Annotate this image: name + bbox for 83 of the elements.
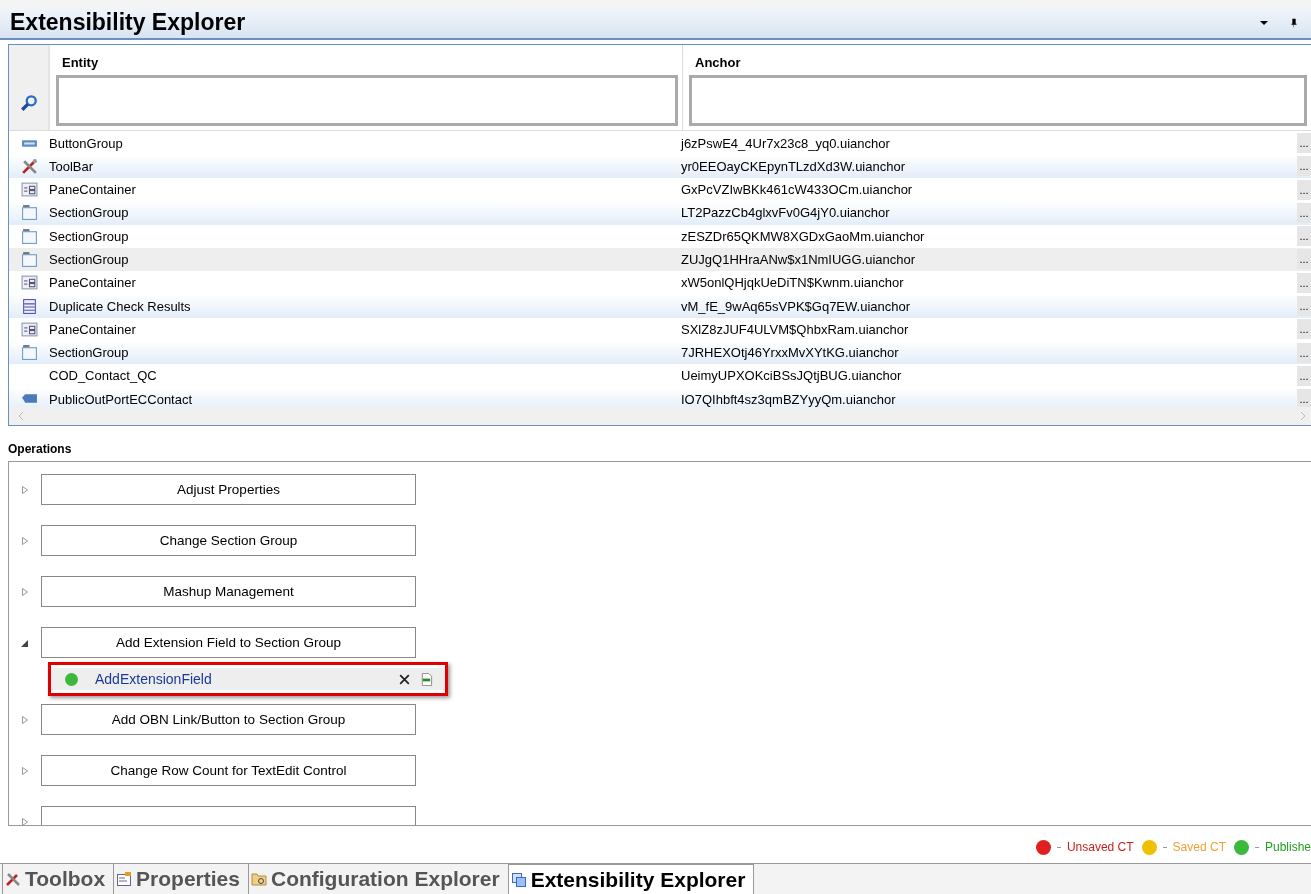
more-button[interactable]: ... (1297, 272, 1311, 293)
column-header: Anchor (694, 54, 742, 73)
grid-row[interactable]: ToolBar yr0EEOayCKEpynTLzdXd3W.uianchor ... (9, 154, 1311, 178)
panel-tab[interactable]: Properties (113, 864, 248, 894)
entity-cell-text: PaneContainer (49, 275, 137, 291)
filter-field[interactable] (56, 75, 678, 127)
pane-icon (20, 274, 38, 292)
more-button[interactable]: ... (1297, 389, 1311, 408)
anchor-cell-text: j6zPswE4_4Ur7x23c8_yq0.uianchor (681, 135, 891, 151)
more-button[interactable]: ... (1297, 179, 1311, 200)
section-icon (20, 344, 38, 362)
grid-row[interactable]: Duplicate Check Results vM_fE_9wAq65sVPK$Gq7EW.uianchor ... (9, 294, 1311, 318)
legend-label: Saved CT (1172, 840, 1226, 855)
change-item[interactable]: AddExtensionField (48, 662, 448, 697)
section-icon (20, 227, 38, 245)
legend-label: Publishe (1264, 840, 1311, 855)
properties-icon (116, 871, 133, 887)
operation-button[interactable]: Adjust Properties (41, 474, 416, 506)
entity-cell-text: PaneContainer (49, 321, 137, 337)
search-icon[interactable] (19, 94, 38, 113)
anchor-cell-text: ZUJgQ1HHraANw$x1NmIUGG.uianchor (681, 252, 917, 267)
tools-icon (5, 871, 21, 887)
entity-cell-text: PublicOutPortECContact (49, 391, 194, 407)
entity-cell-text: SectionGroup (49, 205, 130, 221)
more-button[interactable]: ... (1297, 156, 1311, 177)
change-name[interactable]: AddExtensionField (95, 671, 389, 688)
anchor-cell-text: yr0EEOayCKEpynTLzdXd3W.uianchor (681, 158, 906, 174)
entity-cell-text: Duplicate Check Results (49, 298, 192, 314)
anchor-cell-text: 7JRHEXOtj46YrxxMvXYtKG.uianchor (681, 345, 900, 361)
entity-cell-text: SectionGroup (49, 228, 130, 244)
more-button[interactable]: ... (1297, 319, 1311, 340)
more-button[interactable]: ... (1297, 249, 1311, 270)
section-icon (20, 204, 38, 222)
filter-field[interactable] (689, 75, 1307, 127)
section-icon (20, 251, 38, 268)
entity-cell-text: SectionGroup (49, 252, 130, 267)
windows-icon (510, 872, 527, 888)
grid-row[interactable]: PublicOutPortECContact IO7QIhbft4sz3qmBZYyyQm.uianchor ... (9, 387, 1311, 408)
anchor-cell-text: vM_fE_9wAq65sVPK$Gq7EW.uianchor (681, 298, 912, 314)
panel-tab[interactable]: Toolbox (2, 864, 114, 894)
section-title: Operations (7, 441, 73, 459)
tools-icon (20, 157, 38, 175)
operation-button[interactable]: Add Extension Field to Section Group (41, 627, 416, 659)
entity-cell-text: PaneContainer (49, 182, 137, 198)
anchor-cell-text: xW5onlQHjqkUeDiTN$Kwnm.uianchor (681, 275, 905, 291)
selected-row[interactable]: SectionGroup ZUJgQ1HHraANw$x1NmIUGG.uianchor ... (9, 247, 1311, 272)
entity-cell-text: COD_Contact_QC (49, 368, 158, 384)
pane-icon (20, 181, 38, 199)
operation-button[interactable]: Add OBN Link/Button to Section Group (41, 704, 416, 736)
grid-row[interactable]: SectionGroup 7JRHEXOtj46YrxxMvXYtKG.uianchor ... (9, 341, 1311, 365)
more-button[interactable]: ... (1297, 296, 1311, 317)
more-button[interactable]: ... (1297, 133, 1311, 153)
legend-label: Unsaved CT (1066, 840, 1134, 855)
pin-icon[interactable] (1289, 17, 1299, 28)
anchor-cell-text: IO7QIhbft4sz3qmBZYyyQm.uianchor (681, 391, 897, 407)
horizontal-scrollbar[interactable] (9, 407, 1311, 426)
pane-icon (20, 320, 38, 338)
column-header: Entity (61, 54, 100, 73)
operation-button[interactable]: Change Section Group (41, 525, 416, 557)
anchor-cell-text: UeimyUPXOKciBSsJQtjBUG.uianchor (681, 368, 903, 384)
entity-cell-text: ToolBar (49, 158, 95, 174)
document-icon[interactable] (420, 672, 433, 686)
anchor-cell-text: GxPcVZIwBKk461cW433OCm.uianchor (681, 182, 914, 198)
anchor-cell-text: LT2PazzCb4glxvFv0G4jY0.uianchor (681, 205, 891, 221)
operation-button[interactable]: Mashup Management (41, 576, 416, 608)
scroll-right-icon[interactable] (1299, 411, 1307, 422)
close-icon[interactable] (398, 672, 411, 686)
folder-icon (250, 871, 267, 887)
scroll-left-icon[interactable] (17, 411, 25, 422)
grid-row[interactable]: SectionGroup LT2PazzCb4glxvFv0G4jY0.uianchor ... (9, 201, 1311, 225)
window-title: Extensibility Explorer (10, 9, 247, 37)
more-button[interactable]: ... (1297, 202, 1311, 223)
more-button[interactable]: ... (1297, 365, 1311, 386)
entity-cell-text: ButtonGroup (49, 135, 124, 151)
list-icon (20, 297, 38, 315)
panel-tab[interactable]: Configuration Explorer (247, 864, 508, 894)
anchor-cell-text: SXlZ8zJUF4ULVM$QhbxRam.uianchor (681, 321, 910, 337)
more-button[interactable]: ... (1297, 226, 1311, 247)
entity-cell-text: SectionGroup (49, 345, 130, 361)
operation-button[interactable]: Change Row Count for TextEdit Control (41, 755, 416, 787)
anchor-cell-text: zESZDr65QKMW8XGDxGaoMm.uianchor (681, 228, 926, 244)
panel-tab[interactable]: Extensibility Explorer (507, 864, 755, 894)
more-button[interactable]: ... (1297, 342, 1311, 363)
